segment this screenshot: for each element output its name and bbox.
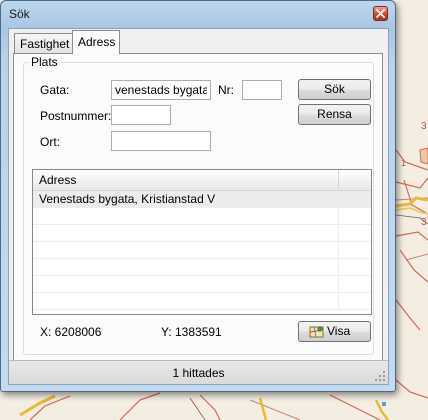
- close-button[interactable]: [373, 6, 388, 21]
- title-bar[interactable]: Sök: [1, 1, 395, 27]
- map-label-number: 3: [421, 217, 427, 228]
- adress-tab-panel: Plats Gata: Nr: Sök Postnummer: Rensa Or…: [13, 53, 383, 375]
- status-bar: 1 hittades: [9, 360, 388, 384]
- window-title: Sök: [9, 7, 30, 21]
- y-coordinate: Y: 1383591: [161, 325, 222, 339]
- list-empty-row: [33, 242, 371, 259]
- show-button-label: Visa: [327, 324, 351, 338]
- list-empty-row: [33, 208, 371, 225]
- dialog-client-area: Fastighet Adress Plats Gata: Nr: Sök Pos…: [8, 28, 389, 385]
- search-button[interactable]: Sök: [298, 79, 371, 100]
- column-header-filler: [339, 170, 371, 190]
- street-label: Gata:: [40, 83, 70, 97]
- results-list[interactable]: Adress Venestads bygata, Kristianstad V: [32, 169, 372, 315]
- tab-fastighet[interactable]: Fastighet: [14, 33, 73, 53]
- column-header-adress[interactable]: Adress: [33, 170, 339, 190]
- postcode-input[interactable]: [111, 105, 171, 125]
- postcode-label: Postnummer:: [40, 109, 112, 123]
- show-button[interactable]: Visa: [298, 321, 371, 342]
- number-label: Nr:: [218, 83, 234, 97]
- clear-button[interactable]: Rensa: [298, 104, 371, 125]
- group-legend: Plats: [29, 55, 60, 69]
- street-input[interactable]: [111, 80, 211, 100]
- map-label-number: 3: [421, 121, 427, 132]
- city-label: Ort:: [40, 135, 60, 149]
- list-item-address: Venestads bygata, Kristianstad V: [33, 191, 339, 207]
- map-icon: [309, 326, 324, 338]
- x-coordinate: X: 6208006: [40, 325, 102, 339]
- city-input[interactable]: [111, 131, 211, 151]
- list-empty-row: [33, 259, 371, 276]
- tab-adress[interactable]: Adress: [72, 30, 120, 54]
- resize-grip-icon[interactable]: [374, 370, 386, 382]
- list-header: Adress: [33, 170, 371, 191]
- map-label-number: 1: [401, 158, 407, 168]
- list-empty-row: [33, 293, 371, 310]
- list-item[interactable]: Venestads bygata, Kristianstad V: [33, 191, 371, 208]
- close-icon: [376, 9, 385, 18]
- number-input[interactable]: [242, 80, 282, 100]
- search-dialog: Sök Fastighet Adress Plats Gata: Nr: Sök…: [0, 0, 396, 392]
- list-empty-row: [33, 225, 371, 242]
- plats-groupbox: Plats Gata: Nr: Sök Postnummer: Rensa Or…: [23, 55, 374, 355]
- list-empty-row: [33, 276, 371, 293]
- status-text: 1 hittades: [172, 366, 225, 380]
